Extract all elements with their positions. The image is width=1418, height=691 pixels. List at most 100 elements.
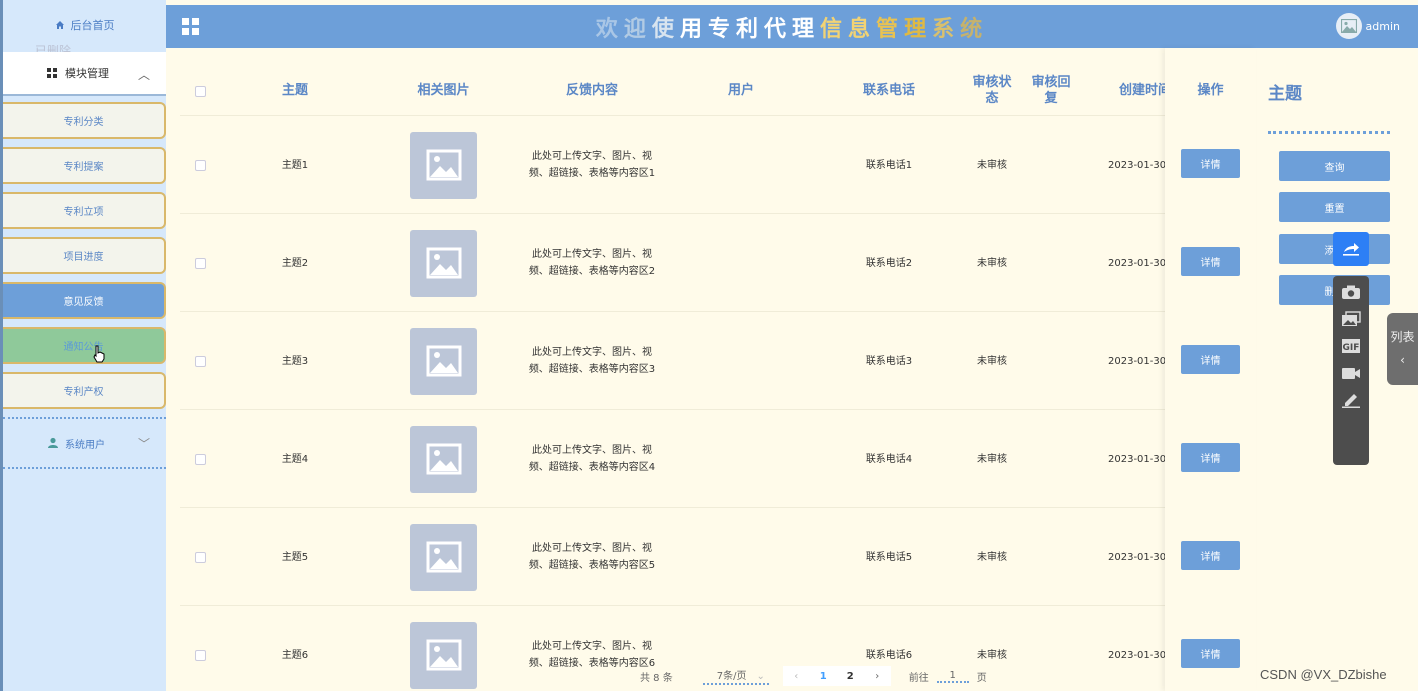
cell-user (667, 410, 815, 508)
share-button[interactable] (1333, 232, 1369, 266)
row-checkbox[interactable] (194, 257, 206, 269)
row-checkbox[interactable] (194, 649, 206, 661)
query-button[interactable]: 查询 (1279, 151, 1390, 181)
cell-reply (1021, 116, 1081, 214)
cell-content: 此处可上传文字、图片、视频、超链接、表格等内容区1 (528, 151, 656, 179)
cell-image (370, 606, 517, 691)
row-checkbox-cell (180, 606, 220, 691)
nav-home-label: 后台首页 (70, 19, 115, 32)
sidebar-item-project-progress[interactable]: 项目进度 (3, 237, 166, 274)
share-arrow-icon (1343, 243, 1359, 256)
capture-toolbar: GIF (1333, 276, 1369, 465)
title-char: 统 (960, 16, 989, 42)
cell-status: 未审核 (977, 551, 1007, 563)
module-management-header[interactable]: 模块管理 ︿ (3, 52, 166, 96)
prev-page-icon[interactable]: ‹ (783, 671, 810, 682)
sidebar-item-patent-proposal[interactable]: 专利提案 (3, 147, 166, 184)
header-subject: 主题 (281, 83, 308, 98)
sidebar: 后台首页 已删除 模块管理 ︿ 专利分类 专利提案 专利立项 项目进度 意见反馈… (0, 0, 166, 691)
list-side-tab[interactable]: 列表 ‹ (1387, 313, 1418, 385)
search-subject-input[interactable] (1268, 131, 1390, 134)
pen-edit-icon[interactable] (1341, 392, 1361, 408)
search-subject-label: 主题 (1268, 84, 1302, 104)
detail-button[interactable]: 详情 (1181, 345, 1240, 374)
image-thumbnail[interactable] (410, 327, 477, 395)
feedback-table: 主题 相关图片 反馈内容 用户 联系电话 审核状态 审核回复 创建时间 主题 1 此… (166, 48, 1256, 691)
cell-status: 未审核 (977, 453, 1007, 465)
row-checkbox[interactable] (194, 159, 206, 171)
row-checkbox[interactable] (194, 453, 206, 465)
username-label[interactable]: admin (1366, 20, 1400, 33)
cell-user (667, 116, 815, 214)
avatar[interactable] (1336, 13, 1362, 39)
cell-phone: 联系电话3 (865, 355, 913, 367)
cell-image (370, 116, 517, 214)
image-thumbnail[interactable] (410, 425, 477, 493)
operations-column: 操作 详情 详情 详情 详情 详情 详情 (1165, 48, 1256, 691)
sidebar-item-label: 意见反馈 (63, 297, 104, 308)
page-size-select[interactable]: 7条/页 ⌄ (702, 667, 769, 685)
goto-page-input[interactable]: 1 (936, 670, 969, 683)
cell-phone: 联系电话1 (865, 159, 913, 171)
title-char: 理 (792, 16, 821, 42)
row-checkbox[interactable] (194, 551, 206, 563)
sidebar-item-notice[interactable]: 通知公告 (3, 327, 166, 364)
title-char: 系 (932, 16, 961, 42)
detail-button[interactable]: 详情 (1181, 443, 1240, 472)
image-placeholder-icon (426, 639, 461, 671)
sidebar-item-label: 项目进度 (63, 252, 104, 263)
sidebar-item-patent-rights[interactable]: 专利产权 (3, 372, 166, 409)
image-thumbnail[interactable] (410, 523, 477, 591)
sidebar-item-feedback[interactable]: 意见反馈 (3, 282, 166, 319)
page-size-value: 7条/页 (716, 671, 747, 682)
detail-button[interactable]: 详情 (1181, 149, 1240, 178)
cell-content: 此处可上传文字、图片、视频、超链接、表格等内容区2 (528, 249, 656, 277)
cell-reply (1021, 214, 1081, 312)
page-title: 欢迎使用专利代理信息管理系统 (166, 11, 1418, 43)
detail-button[interactable]: 详情 (1181, 639, 1240, 668)
sidebar-item-patent-project[interactable]: 专利立项 (3, 192, 166, 229)
title-char: 欢 (595, 16, 624, 42)
row-checkbox-cell (180, 312, 220, 410)
detail-button[interactable]: 详情 (1181, 247, 1240, 276)
header-content: 反馈内容 (565, 83, 618, 98)
header-user: 用户 (727, 83, 754, 98)
table-row: 主题5 此处可上传文字、图片、视频、超链接、表格等内容区5 联系电话5 未审核 2023… (180, 507, 1256, 605)
cell-image (370, 214, 517, 312)
title-char: 迎 (623, 16, 652, 42)
image-placeholder-icon (426, 247, 461, 279)
row-ops: 详情 (1181, 345, 1240, 374)
cell-subject: 主题2 (281, 257, 309, 269)
row-checkbox[interactable] (194, 355, 206, 367)
select-all-checkbox[interactable] (194, 85, 206, 97)
next-page-icon[interactable]: › (864, 671, 891, 682)
sidebar-item-patent-category[interactable]: 专利分类 (3, 102, 166, 139)
system-users-header[interactable]: 系统用户 ﹀ (3, 419, 166, 467)
camera-icon[interactable] (1341, 284, 1361, 300)
list-side-tab-label: 列表 (1390, 330, 1415, 344)
nav-home[interactable]: 后台首页 (3, 0, 166, 50)
page-number-1[interactable]: 1 (810, 671, 837, 682)
table-header: 主题 相关图片 反馈内容 用户 联系电话 审核状态 审核回复 创建时间 (180, 66, 1256, 116)
gallery-icon[interactable] (1341, 311, 1361, 327)
detail-button[interactable]: 详情 (1181, 541, 1240, 570)
grid-icon (47, 68, 57, 78)
cell-reply (1021, 508, 1081, 606)
module-submenu: 专利分类 专利提案 专利立项 项目进度 意见反馈 通知公告 专利产权 (3, 96, 166, 409)
svg-text:GIF: GIF (1343, 343, 1360, 353)
image-thumbnail[interactable] (410, 621, 477, 689)
cell-user (667, 214, 815, 312)
cell-reply (1021, 606, 1081, 691)
row-ops: 详情 (1181, 639, 1240, 668)
reset-button[interactable]: 重置 (1279, 192, 1390, 222)
hand-cursor-icon (93, 345, 105, 363)
page-number-2[interactable]: 2 (837, 671, 864, 682)
gif-icon[interactable]: GIF (1341, 338, 1361, 354)
page-suffix: 页 (976, 672, 987, 684)
row-ops: 详情 (1181, 149, 1240, 178)
video-record-icon[interactable] (1341, 365, 1361, 381)
row-checkbox-cell (180, 214, 220, 312)
menu-grid-icon[interactable] (182, 18, 199, 35)
image-thumbnail[interactable] (410, 229, 477, 297)
image-thumbnail[interactable] (410, 131, 477, 199)
